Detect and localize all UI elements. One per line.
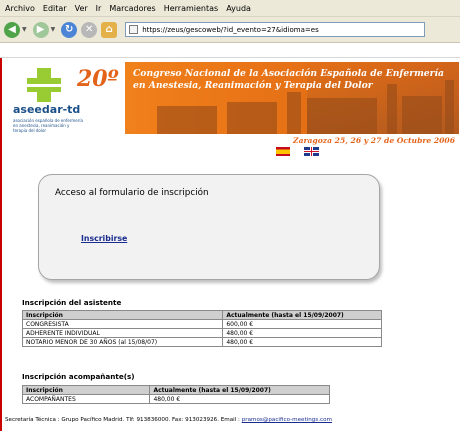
browser-bookmarks-strip bbox=[0, 44, 460, 58]
menu-editar[interactable]: Editar bbox=[43, 4, 67, 13]
table-row: ACOMPAÑANTES 480,00 € bbox=[21, 394, 330, 404]
congress-banner: 20º aseedar-td asociación española de en… bbox=[7, 62, 459, 134]
association-logo[interactable]: 20º aseedar-td asociación española de en… bbox=[7, 62, 125, 134]
table-header-row: Inscripción Actualmente (hasta el 15/09/… bbox=[21, 385, 330, 395]
table-cell: NOTARIO MENOR DE 30 AÑOS (al 15/08/07) bbox=[21, 337, 224, 347]
home-icon[interactable]: ⌂ bbox=[101, 21, 118, 38]
table-cell: ADHERENTE INDIVIDUAL bbox=[21, 328, 224, 338]
column-header: Actualmente (hasta el 15/09/2007) bbox=[149, 385, 330, 395]
contact-email-link[interactable]: pramos@pacifico-meetings.com bbox=[242, 417, 332, 423]
forward-arrow-icon[interactable]: ▶ bbox=[32, 21, 49, 38]
menu-ayuda[interactable]: Ayuda bbox=[226, 4, 251, 13]
skyline-tower bbox=[287, 92, 301, 134]
table-row: CONGRESISTA 600,00 € bbox=[21, 319, 382, 329]
table-cell: 480,00 € bbox=[222, 328, 382, 338]
uk-flag-stripe-red bbox=[311, 147, 312, 156]
address-bar[interactable]: https://zeus/gescoweb/?id_evento=27&idio… bbox=[125, 22, 426, 37]
registration-access-box: Acceso al formulario de inscripción Insc… bbox=[38, 174, 380, 280]
back-dropdown-icon[interactable]: ▼ bbox=[22, 26, 27, 33]
skyline-building bbox=[227, 102, 277, 134]
column-header: Actualmente (hasta el 15/09/2007) bbox=[222, 310, 382, 320]
logo-tagline-line: terapia del dolor bbox=[13, 128, 47, 133]
stop-icon[interactable]: ✕ bbox=[81, 21, 98, 38]
table-cell: ACOMPAÑANTES bbox=[21, 394, 151, 404]
uk-flag-icon[interactable] bbox=[304, 147, 319, 156]
menu-marcadores[interactable]: Marcadores bbox=[109, 4, 155, 13]
column-header: Inscripción bbox=[21, 385, 151, 395]
menu-ver[interactable]: Ver bbox=[75, 4, 88, 13]
attendee-section-title: Inscripción del asistente bbox=[22, 298, 122, 307]
companion-section-title: Inscripción acompañante(s) bbox=[22, 372, 135, 381]
web-page: 20º aseedar-td asociación española de en… bbox=[0, 58, 460, 431]
table-row: NOTARIO MENOR DE 30 AÑOS (al 15/08/07) 4… bbox=[21, 337, 382, 347]
table-cell: 480,00 € bbox=[222, 337, 382, 347]
logo-text: aseedar-td bbox=[13, 103, 81, 116]
heartbeat-line-icon bbox=[27, 84, 61, 87]
menu-ir[interactable]: Ir bbox=[96, 4, 102, 13]
menu-archivo[interactable]: Archivo bbox=[5, 4, 35, 13]
table-cell: 480,00 € bbox=[149, 394, 330, 404]
address-url: https://zeus/gescoweb/?id_evento=27&idio… bbox=[142, 25, 319, 34]
attendee-fees-table: Inscripción Actualmente (hasta el 15/09/… bbox=[21, 310, 382, 347]
skyline-building bbox=[157, 106, 217, 134]
menu-herramientas[interactable]: Herramientas bbox=[164, 4, 219, 13]
page-footer: Secretaría Técnica : Grupo Pacífico Madr… bbox=[5, 417, 332, 423]
table-row: ADHERENTE INDIVIDUAL 480,00 € bbox=[21, 328, 382, 338]
table-cell: CONGRESISTA bbox=[21, 319, 224, 329]
congress-title: Congreso Nacional de la Asociación Españ… bbox=[133, 68, 444, 92]
edition-number: 20º bbox=[77, 66, 119, 92]
congress-title-line1: Congreso Nacional de la Asociación Españ… bbox=[133, 68, 444, 79]
browser-toolbar: ◀ ▼ ▶ ▼ ↻ ✕ ⌂ https://zeus/gescoweb/?id_… bbox=[0, 17, 460, 43]
reload-icon[interactable]: ↻ bbox=[61, 21, 78, 38]
spanish-flag-icon[interactable] bbox=[276, 147, 290, 156]
browser-menubar: Archivo Editar Ver Ir Marcadores Herrami… bbox=[0, 0, 460, 17]
date-location-bar: Zaragoza 25, 26 y 27 de Octubre 2006 bbox=[7, 134, 459, 156]
table-header-row: Inscripción Actualmente (hasta el 15/09/… bbox=[21, 310, 382, 320]
table-cell: 600,00 € bbox=[222, 319, 382, 329]
register-link[interactable]: Inscribirse bbox=[81, 234, 127, 243]
companion-fees-table: Inscripción Actualmente (hasta el 15/09/… bbox=[21, 385, 330, 404]
access-title: Acceso al formulario de inscripción bbox=[55, 188, 209, 198]
congress-title-line2: en Anestesia, Reanimación y Terapia del … bbox=[133, 80, 373, 91]
forward-dropdown-icon[interactable]: ▼ bbox=[51, 26, 56, 33]
back-arrow-icon[interactable]: ◀ bbox=[4, 21, 20, 38]
column-header: Inscripción bbox=[21, 310, 224, 320]
skyline-basilica bbox=[402, 96, 442, 134]
skyline-tower bbox=[445, 80, 454, 134]
logo-tagline: asociación española de enfermería en ane… bbox=[13, 118, 83, 133]
skyline-bridge bbox=[307, 98, 377, 134]
page-icon bbox=[129, 25, 139, 34]
footer-text: Secretaría Técnica : Grupo Pacífico Madr… bbox=[5, 417, 242, 423]
location-date: Zaragoza 25, 26 y 27 de Octubre 2006 bbox=[293, 136, 455, 145]
